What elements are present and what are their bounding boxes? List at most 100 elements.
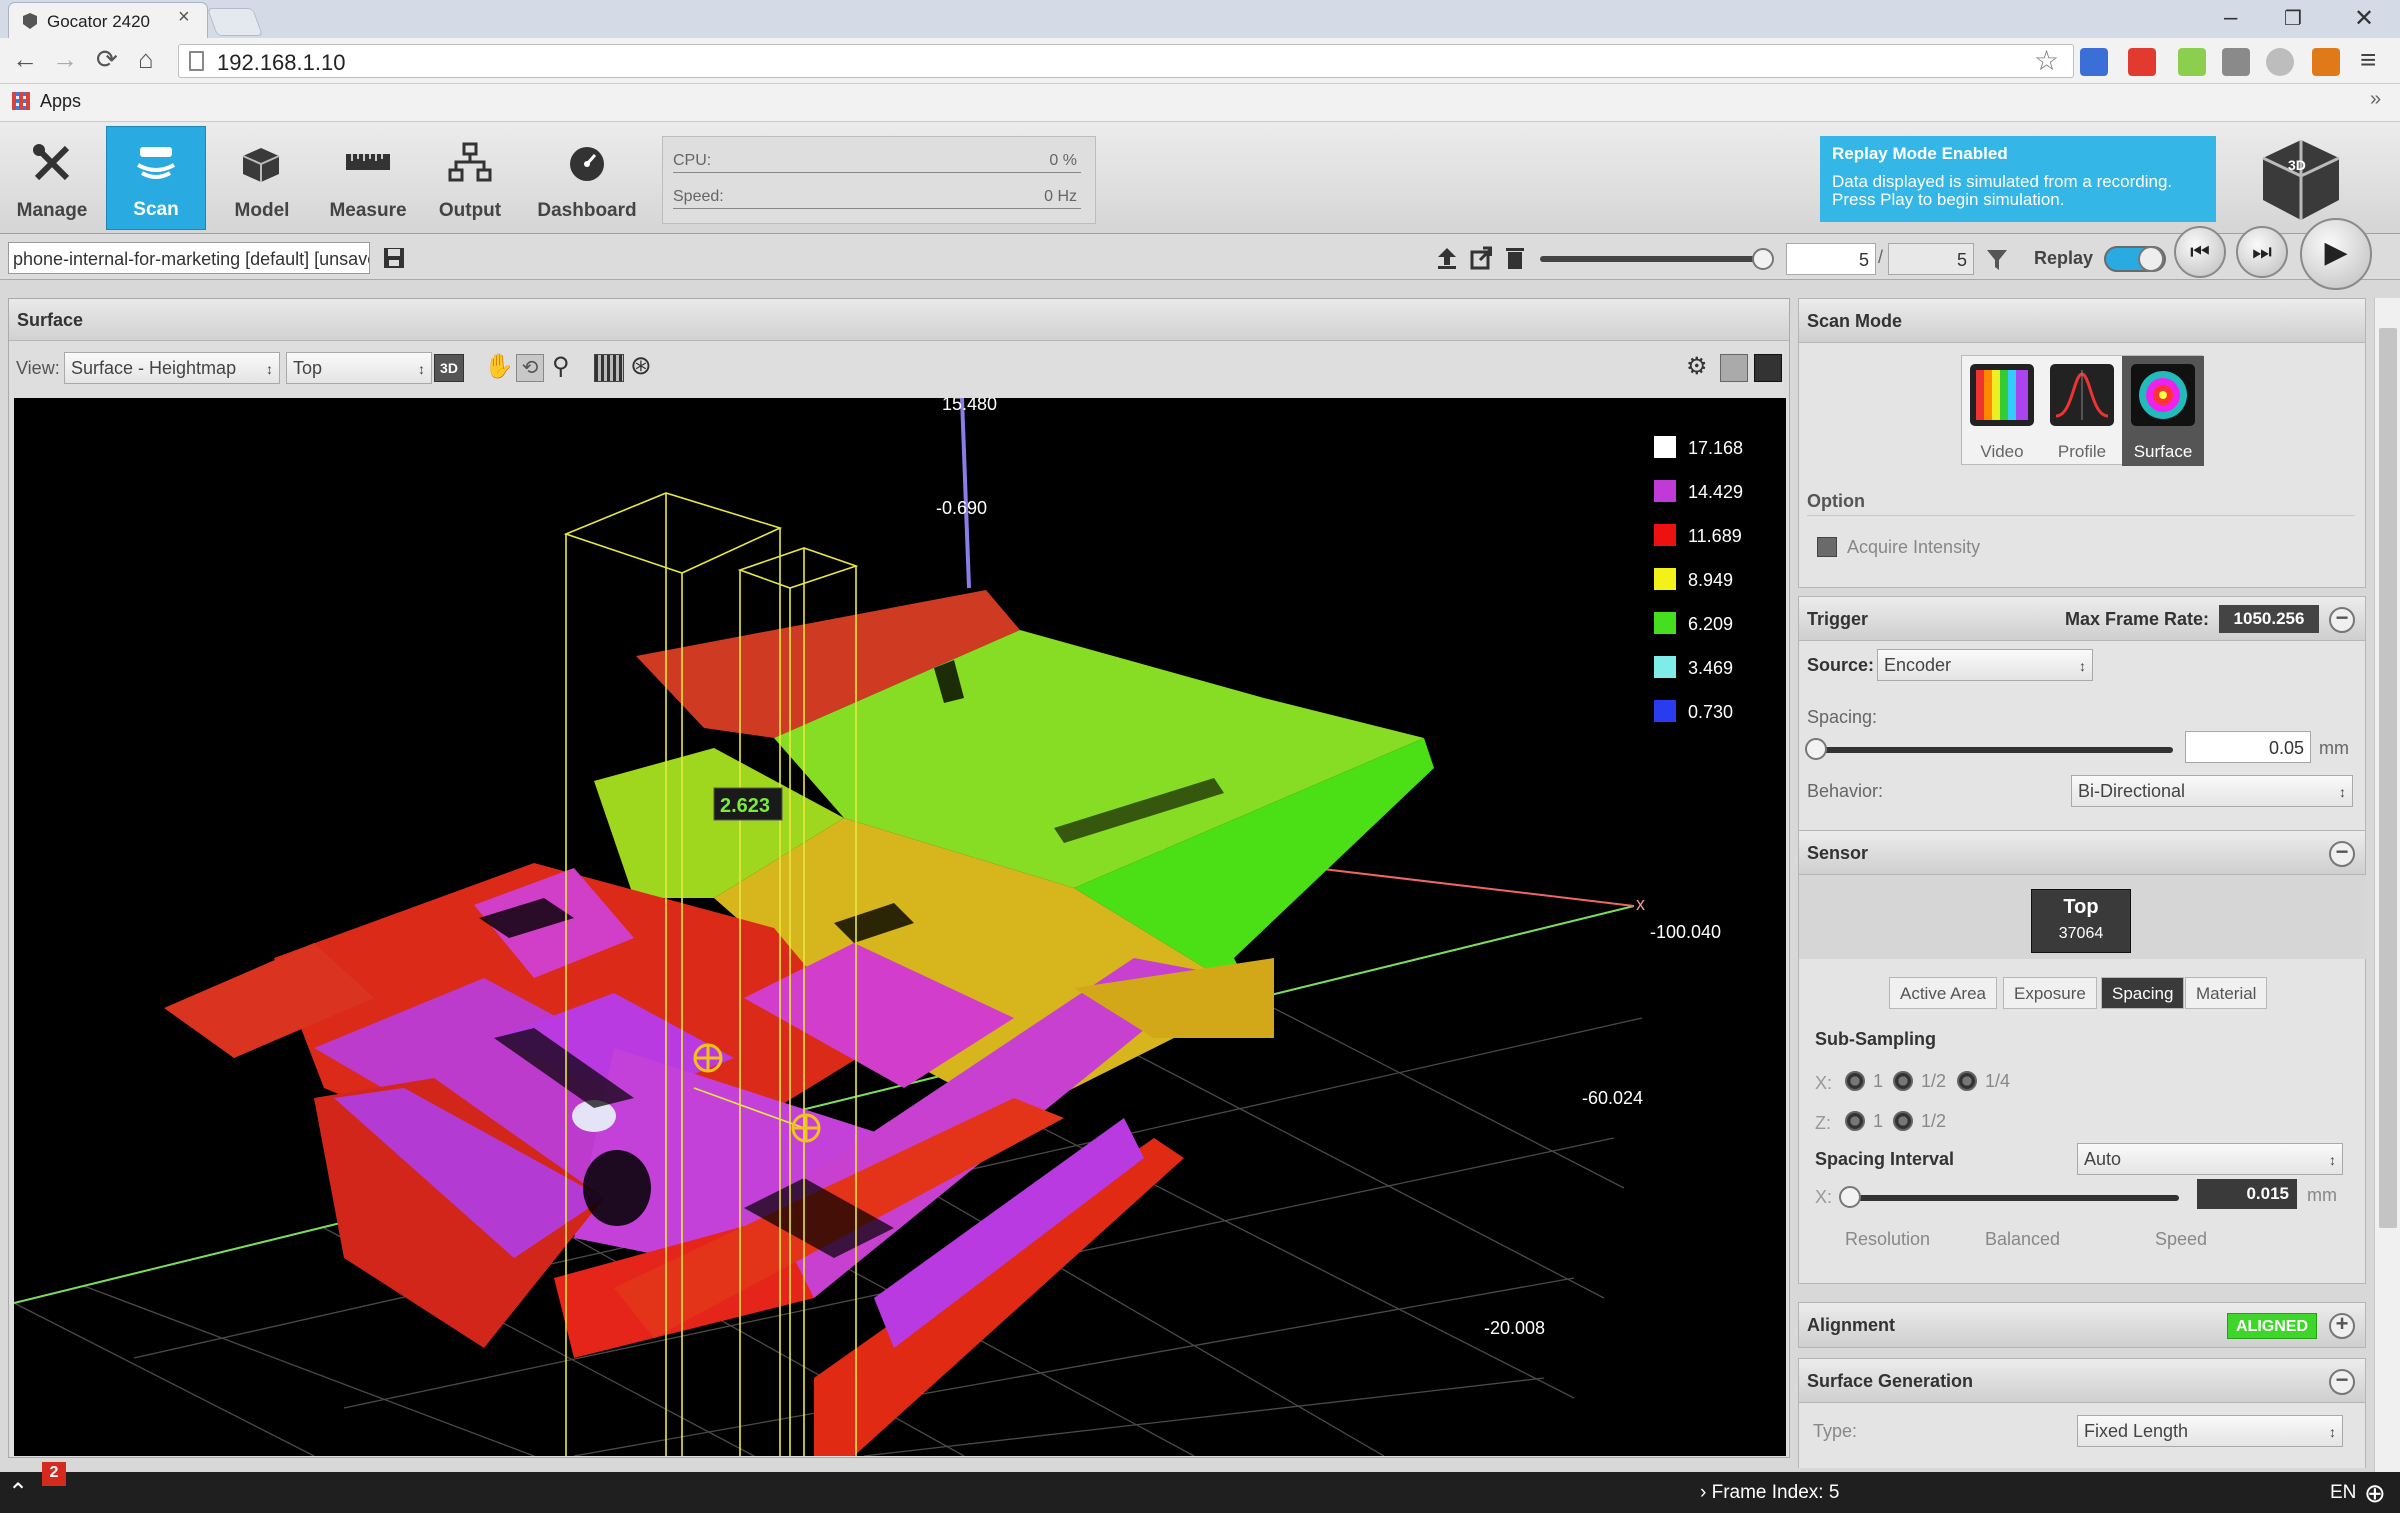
- home-icon[interactable]: ⌂: [138, 44, 154, 75]
- scan-mode-selector: Video Profile Surface: [1961, 355, 2204, 466]
- browser-menu-icon[interactable]: ≡: [2360, 44, 2376, 76]
- spacing-interval-knob[interactable]: [1839, 1186, 1861, 1208]
- x-sampling-quarter-radio[interactable]: [1957, 1071, 1977, 1091]
- axis-label-y1: -100.040: [1650, 922, 1721, 942]
- dashboard-button[interactable]: Dashboard: [536, 126, 638, 230]
- x-sampling-1-radio[interactable]: [1845, 1071, 1865, 1091]
- upload-icon[interactable]: [1436, 246, 1458, 270]
- surface-generation-collapse-icon[interactable]: −: [2329, 1369, 2355, 1395]
- view-select-value: Surface - Heightmap: [71, 358, 237, 378]
- bookmarks-overflow-icon[interactable]: »: [2370, 88, 2381, 111]
- sub-sampling-z-label: Z:: [1815, 1113, 1831, 1133]
- spacing-interval-value[interactable]: 0.015: [2197, 1179, 2297, 1209]
- surface-type-select[interactable]: Fixed Length: [2077, 1415, 2343, 1447]
- delete-icon[interactable]: [1504, 246, 1526, 270]
- zoom-magnifier-icon[interactable]: ⚲: [552, 352, 570, 381]
- fullscreen-icon[interactable]: [1754, 354, 1782, 382]
- output-button[interactable]: Output: [420, 126, 520, 230]
- rotate-icon[interactable]: ⟲: [516, 354, 544, 382]
- z-sampling-half-radio[interactable]: [1893, 1111, 1913, 1131]
- gmail-extension-icon[interactable]: [2128, 48, 2156, 76]
- play-button[interactable]: ▶: [2300, 218, 2372, 290]
- layout-icon[interactable]: [1720, 354, 1748, 382]
- close-tab-icon[interactable]: ×: [178, 6, 190, 29]
- job-name-field[interactable]: phone-internal-for-marketing [default] […: [8, 242, 370, 274]
- tab-spacing[interactable]: Spacing: [2101, 977, 2185, 1009]
- restore-icon[interactable]: ❐: [2284, 6, 2302, 31]
- view-select[interactable]: Surface - Heightmap: [64, 352, 280, 384]
- extension-on-icon[interactable]: [2178, 48, 2206, 76]
- view-label: View:: [16, 358, 60, 378]
- cloud-extension-icon[interactable]: [2266, 48, 2294, 76]
- back-arrow-icon[interactable]: ←: [12, 44, 38, 75]
- export-icon[interactable]: [1470, 246, 1492, 270]
- new-tab-button[interactable]: [206, 8, 264, 36]
- scan-mode-video[interactable]: Video: [1962, 356, 2042, 466]
- spacing-value-field[interactable]: 0.05: [2185, 731, 2311, 763]
- manage-button[interactable]: Manage: [2, 126, 102, 230]
- expand-chevron-icon[interactable]: ⌃: [8, 1478, 28, 1507]
- replay-toggle[interactable]: [2104, 246, 2166, 272]
- measure-value-label: 2.623: [720, 795, 770, 817]
- axis-label-z-top: 15.480: [942, 398, 997, 414]
- bookmark-star-icon[interactable]: ☆: [2034, 44, 2059, 77]
- gocator-favicon-icon: [23, 13, 37, 29]
- url-field[interactable]: 192.168.1.10: [178, 44, 2074, 78]
- panel-scrollbar[interactable]: [2374, 298, 2400, 1472]
- grid-toggle-icon[interactable]: [594, 354, 624, 382]
- language-label[interactable]: EN: [2330, 1482, 2356, 1504]
- spacing-slider[interactable]: [1813, 747, 2173, 753]
- replay-position-knob[interactable]: [1752, 248, 1774, 270]
- spacing-slider-knob[interactable]: [1805, 738, 1827, 760]
- extension-gray-icon[interactable]: [2222, 48, 2250, 76]
- behavior-select[interactable]: Bi-Directional: [2071, 775, 2353, 807]
- spacing-interval-select[interactable]: Auto: [2077, 1143, 2343, 1175]
- window-close-icon[interactable]: ✕: [2354, 4, 2374, 33]
- step-back-button[interactable]: ⏮: [2174, 226, 2226, 278]
- aligned-status-badge: ALIGNED: [2227, 1313, 2317, 1339]
- panel-scrollbar-thumb[interactable]: [2379, 328, 2397, 1228]
- sensor-collapse-icon[interactable]: −: [2329, 841, 2355, 867]
- reload-icon[interactable]: ⟳: [96, 44, 118, 75]
- acquire-intensity-checkbox[interactable]: [1817, 537, 1837, 557]
- axis-toggle-icon[interactable]: ⊛: [630, 350, 652, 381]
- tab-exposure[interactable]: Exposure: [2003, 977, 2097, 1009]
- x-sampling-half-radio[interactable]: [1893, 1071, 1913, 1091]
- globe-icon[interactable]: ⊕: [2364, 1478, 2386, 1509]
- surface-panel-title: Surface: [9, 299, 1789, 341]
- tab-material[interactable]: Material: [2185, 977, 2268, 1009]
- model-button[interactable]: Model: [212, 126, 312, 230]
- step-forward-button[interactable]: ⏭: [2236, 226, 2288, 278]
- tab-active-area[interactable]: Active Area: [1889, 977, 1997, 1009]
- measure-button[interactable]: Measure: [318, 126, 418, 230]
- minimize-icon[interactable]: –: [2224, 4, 2237, 32]
- trigger-collapse-icon[interactable]: −: [2329, 607, 2355, 633]
- source-label: Source:: [1807, 655, 1875, 675]
- notification-badge[interactable]: 2: [42, 1462, 66, 1486]
- z-sampling-1-radio[interactable]: [1845, 1111, 1865, 1131]
- save-icon[interactable]: [382, 246, 406, 270]
- heightmap-render: 2.623 15.480 -0.690 x -100.040 -60.024 -…: [14, 398, 1743, 1456]
- replay-position-slider[interactable]: [1540, 256, 1772, 262]
- apps-grid-icon[interactable]: [12, 92, 30, 110]
- sensor-top-button[interactable]: Top 37064: [2031, 889, 2131, 953]
- 3d-view-toggle[interactable]: 3D: [434, 354, 464, 382]
- source-select[interactable]: Encoder: [1877, 649, 2093, 681]
- k-extension-icon[interactable]: [2312, 48, 2340, 76]
- filter-icon[interactable]: [1986, 248, 2008, 272]
- scan-button[interactable]: Scan: [106, 126, 206, 230]
- forward-arrow-icon[interactable]: →: [52, 44, 78, 75]
- z-sampling-1-label: 1: [1873, 1111, 1884, 1131]
- heightmap-3d-viewport[interactable]: 2.623 15.480 -0.690 x -100.040 -60.024 -…: [14, 398, 1786, 1456]
- side-select[interactable]: Top: [286, 352, 432, 384]
- apps-bookmark[interactable]: Apps: [40, 91, 81, 112]
- calendar-extension-icon[interactable]: [2080, 48, 2108, 76]
- frame-current-field[interactable]: 5: [1786, 243, 1876, 275]
- settings-gear-icon[interactable]: ⚙: [1686, 352, 1708, 381]
- scale-balanced-label: Balanced: [1985, 1229, 2061, 1249]
- alignment-expand-icon[interactable]: +: [2329, 1313, 2355, 1339]
- scan-mode-profile[interactable]: Profile: [2042, 356, 2122, 466]
- pan-hand-icon[interactable]: ✋: [484, 352, 514, 381]
- spacing-interval-slider[interactable]: [1849, 1195, 2179, 1201]
- scan-mode-surface[interactable]: Surface: [2122, 356, 2204, 466]
